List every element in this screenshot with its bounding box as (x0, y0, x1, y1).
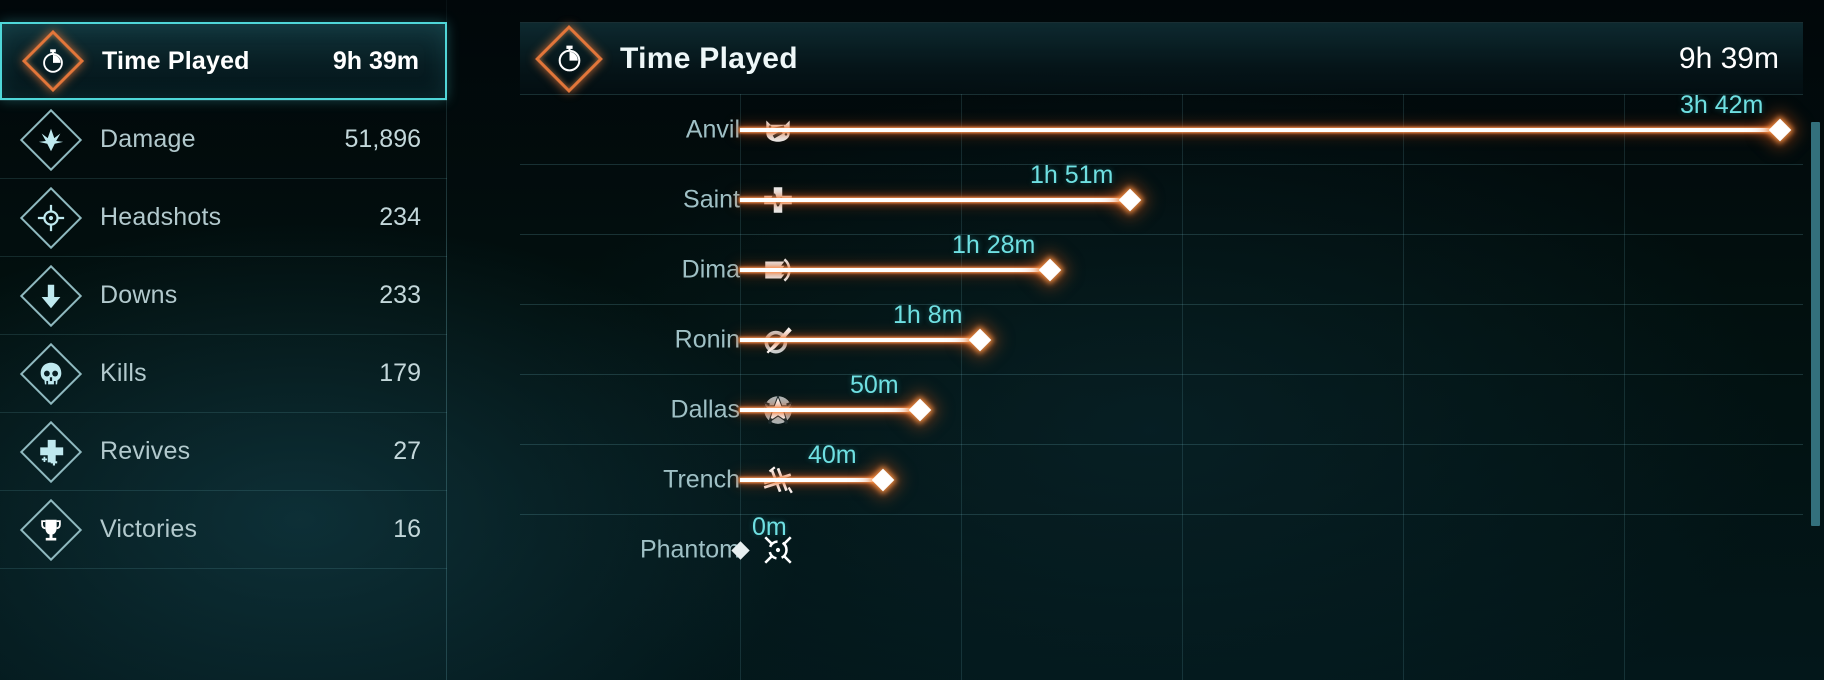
stopwatch-icon (21, 29, 85, 93)
bar-value-label: 1h 8m (893, 300, 963, 329)
panel-stopwatch-icon-wrap (535, 24, 603, 93)
chart-row-label: Ronin (674, 325, 740, 353)
sidebar-item-label: Revives (100, 437, 191, 465)
chart-bar: 1h 28m (740, 231, 1062, 282)
sidebar-item-value: 9h 39m (332, 46, 419, 75)
sidebar-item-label: Victories (100, 515, 198, 543)
sidebar-item-label: Time Played (102, 46, 250, 75)
bar-value-label: 50m (850, 370, 899, 399)
bar-end-marker (1038, 258, 1062, 281)
trophy-icon-wrap (14, 498, 88, 561)
bar-value-label: 0m (752, 512, 787, 541)
chart-row-label: Dallas (670, 395, 740, 423)
sidebar-item-value: 179 (379, 359, 421, 387)
chart-row[interactable]: Dallas 50m (520, 371, 1803, 444)
chart-bar: 1h 8m (740, 301, 992, 352)
panel-title: Time Played (620, 41, 798, 75)
sidebar-item-kills[interactable]: Kills 179 (0, 334, 447, 412)
bar-value-label: 1h 28m (952, 230, 1036, 259)
burst-icon-wrap (14, 108, 88, 171)
time-played-chart-panel: Time Played 9h 39m Anvil 3h 42m Saint 1h… (520, 22, 1824, 680)
chart-bar: 40m (740, 441, 895, 492)
chart-row-label: Dima (681, 255, 740, 283)
chart-bar: 0m (731, 513, 787, 562)
sidebar-divider (446, 0, 447, 680)
chart-scrollbar-thumb[interactable] (1811, 122, 1820, 526)
sidebar-bottom-divider (0, 568, 447, 569)
bar-line (740, 407, 920, 412)
sidebar-item-headshots[interactable]: Headshots 234 (0, 178, 447, 256)
bar-end-marker (1768, 118, 1792, 141)
bar-value-label: 40m (808, 440, 857, 469)
burst-icon (19, 108, 83, 171)
down-arrow-icon (19, 264, 83, 327)
skull-icon (19, 342, 83, 405)
bar-line (740, 197, 1130, 202)
crosshair-icon (19, 186, 83, 249)
crosshair-icon-wrap (14, 186, 88, 249)
sidebar-item-damage[interactable]: Damage 51,896 (0, 100, 447, 178)
sidebar-item-label: Downs (100, 281, 178, 309)
sidebar-item-value: 27 (393, 437, 421, 465)
bar-end-marker (1118, 188, 1142, 211)
bar-line (740, 127, 1780, 132)
sidebar-item-label: Headshots (100, 203, 222, 231)
sidebar-item-value: 51,896 (344, 125, 421, 153)
chart-row[interactable]: Anvil 3h 42m (520, 91, 1803, 164)
sidebar-item-value: 233 (379, 281, 421, 309)
trophy-icon (19, 498, 83, 561)
sidebar-item-label: Damage (100, 125, 196, 153)
sidebar-item-downs[interactable]: Downs 233 (0, 256, 447, 334)
sidebar-item-value: 234 (379, 203, 421, 231)
skull-icon-wrap (14, 342, 88, 405)
chart-row[interactable]: Saint 1h 51m (520, 161, 1803, 234)
panel-total-value: 9h 39m (1678, 41, 1779, 75)
down-arrow-icon-wrap (14, 264, 88, 327)
chart-row[interactable]: Dima 1h 28m (520, 231, 1803, 304)
sidebar-item-revives[interactable]: Revives 27 (0, 412, 447, 490)
medic-cross-icon-wrap (14, 420, 88, 483)
stopwatch-icon-wrap (16, 29, 90, 93)
sidebar-item-victories[interactable]: Victories 16 (0, 490, 447, 568)
sidebar-item-label: Kills (100, 359, 147, 387)
chart-row[interactable]: Ronin 1h 8m (520, 301, 1803, 374)
bar-value-label: 3h 42m (1680, 90, 1764, 119)
stopwatch-icon (535, 24, 603, 93)
bar-line (740, 337, 980, 342)
bar-end-marker (908, 398, 932, 421)
stats-sidebar: Time Played 9h 39m Damage 51,896 Headsho… (0, 0, 447, 680)
medic-cross-icon (19, 420, 83, 483)
chart-row[interactable]: Trench 40m (520, 441, 1803, 514)
horizontal-bar-chart: Anvil 3h 42m Saint 1h 51m Dima 1h 28m Ro… (520, 91, 1820, 680)
bar-end-marker (968, 328, 992, 351)
chart-row[interactable]: Phantom 0m (520, 513, 1803, 584)
chart-bar: 50m (740, 371, 932, 422)
chart-bar: 1h 51m (740, 161, 1142, 212)
chart-row-label: Anvil (685, 115, 740, 143)
panel-header: Time Played 9h 39m (520, 22, 1803, 94)
chart-row-label: Phantom (639, 535, 740, 563)
chart-bar: 3h 42m (740, 91, 1792, 142)
sidebar-item-value: 16 (393, 515, 421, 543)
bar-end-marker (871, 468, 895, 491)
sidebar-item-time-played[interactable]: Time Played 9h 39m (0, 22, 447, 100)
bar-line (740, 477, 883, 482)
bar-value-label: 1h 51m (1030, 160, 1114, 189)
bar-line (740, 267, 1050, 272)
chart-row-label: Saint (683, 185, 740, 213)
chart-row-label: Trench (663, 465, 740, 493)
